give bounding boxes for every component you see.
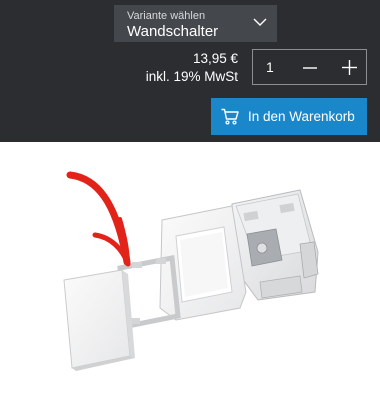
minus-icon[interactable] xyxy=(302,60,318,76)
price-block: 13,95 € inkl. 19% MwSt xyxy=(146,50,238,86)
plus-icon[interactable] xyxy=(341,59,358,76)
add-to-cart-button[interactable]: In den Warenkorb xyxy=(211,98,367,135)
variant-select[interactable]: Variante wählen Wandschalter xyxy=(114,5,277,42)
chevron-down-icon xyxy=(253,18,267,26)
annotation-arrow xyxy=(66,171,131,267)
price-tax-note: inkl. 19% MwSt xyxy=(145,69,238,84)
variant-select-label: Variante wählen xyxy=(127,10,206,22)
cart-icon xyxy=(221,108,239,125)
quantity-value[interactable]: 1 xyxy=(266,59,274,75)
add-to-cart-label: In den Warenkorb xyxy=(248,109,355,124)
variant-select-value: Wandschalter xyxy=(127,23,219,40)
quantity-stepper[interactable]: 1 xyxy=(252,49,367,85)
exploded-switch-illustration xyxy=(63,171,319,371)
product-image xyxy=(0,142,380,400)
product-header: Variante wählen Wandschalter 13,95 € ink… xyxy=(0,0,380,142)
switch-rocker xyxy=(63,269,135,371)
price-amount: 13,95 € xyxy=(192,51,238,66)
